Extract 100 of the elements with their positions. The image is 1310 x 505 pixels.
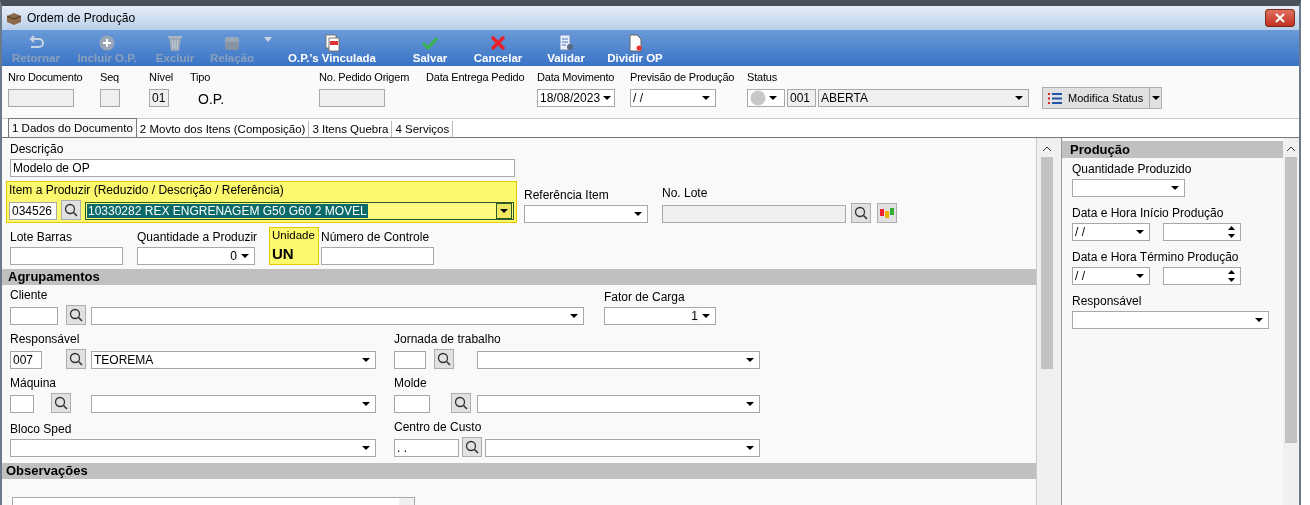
input-field[interactable]: [321, 247, 434, 265]
modify-status-button[interactable]: Modifica Status: [1042, 87, 1150, 109]
circle-icon: [750, 90, 766, 106]
tab[interactable]: 4 Serviços: [392, 121, 454, 137]
search-button[interactable]: [451, 393, 471, 413]
caret-icon: [1015, 96, 1023, 100]
caret-icon: [702, 314, 710, 318]
color-dropdown[interactable]: [747, 89, 785, 107]
search-button[interactable]: [851, 203, 871, 223]
toolbar-button[interactable]: Dividir OP: [598, 34, 672, 64]
field-label: Nível: [149, 70, 175, 84]
trash-icon: [165, 34, 185, 52]
toolbar-button[interactable]: Cancelar: [462, 34, 534, 64]
search-icon: [454, 396, 468, 410]
time-spinner[interactable]: [1163, 223, 1241, 241]
type-value: O.P.: [198, 91, 226, 107]
numbers-icon: [879, 207, 895, 219]
window-title: Ordem de Produção: [27, 11, 136, 25]
field-label: Tipo: [190, 70, 212, 84]
machine-dropdown[interactable]: [91, 395, 376, 413]
dropdown-arrow-button[interactable]: [496, 203, 512, 219]
unit-value: UN: [272, 245, 295, 262]
caret-icon: [362, 446, 370, 450]
tab[interactable]: 3 Itens Quebra: [309, 121, 393, 137]
caret-icon: [1151, 96, 1160, 100]
caret-icon: [1136, 274, 1144, 278]
search-button[interactable]: [51, 393, 71, 413]
input-field[interactable]: [10, 247, 123, 265]
field-label: Previsão de Produção: [630, 70, 736, 84]
time-spinner[interactable]: [1163, 267, 1241, 285]
scrollbar[interactable]: [1037, 138, 1057, 505]
item-dropdown[interactable]: 10330282 REX ENGRENAGEM G50 G60 2 MOVEL: [85, 202, 514, 220]
lot-field[interactable]: [662, 205, 846, 223]
field-label: Quantidade Produzido: [1072, 162, 1193, 176]
date-dropdown[interactable]: / /: [630, 89, 716, 107]
responsible-dropdown[interactable]: TEOREMA: [91, 351, 376, 369]
tab[interactable]: 2 Movto dos Itens (Composição): [136, 121, 310, 137]
input-field[interactable]: [10, 395, 34, 413]
toolbar-button[interactable]: Validar: [534, 34, 598, 64]
date-dropdown[interactable]: / /: [1072, 267, 1150, 285]
search-icon: [437, 352, 451, 366]
reference-dropdown[interactable]: [524, 205, 648, 223]
search-button[interactable]: [462, 437, 482, 457]
responsible-code-field[interactable]: 007: [10, 351, 42, 369]
document-gear-icon: [556, 34, 576, 52]
load-factor-dropdown[interactable]: 1: [604, 307, 716, 325]
field-label: Item a Produzir (Reduzido / Descrição / Referência): [9, 183, 285, 197]
caret-icon: [500, 209, 508, 213]
input-field[interactable]: [394, 351, 426, 369]
produced-quantity-dropdown[interactable]: [1072, 179, 1185, 197]
input-field[interactable]: [394, 395, 430, 413]
field-label: Data Entrega Pedido: [426, 70, 526, 84]
field-label: Data e Hora Término Produção: [1072, 250, 1240, 264]
description-field[interactable]: Modelo de OP: [10, 159, 515, 177]
search-icon: [64, 203, 78, 217]
quantity-dropdown[interactable]: 0: [137, 247, 255, 265]
status-code-field[interactable]: 001: [787, 89, 816, 107]
search-button[interactable]: [66, 305, 86, 325]
section-header: Observações: [2, 463, 1036, 479]
caret-icon: [702, 96, 710, 100]
caret-icon: [746, 446, 754, 450]
field-label: Nro Documento: [8, 70, 84, 84]
field-label: Unidade: [272, 229, 316, 241]
caret-icon: [241, 254, 249, 258]
item-code-field[interactable]: 034526: [9, 202, 57, 220]
sped-block-dropdown[interactable]: [10, 439, 376, 457]
field-label: Fator de Carga: [604, 290, 686, 304]
search-button[interactable]: [61, 200, 81, 220]
field-label: Responsável: [10, 332, 81, 346]
numbering-button[interactable]: [877, 203, 897, 223]
workday-dropdown[interactable]: [477, 351, 760, 369]
responsible-dropdown[interactable]: [1072, 311, 1269, 329]
field-label: Seq: [100, 70, 120, 84]
toolbar-button[interactable]: Salvar: [398, 34, 462, 64]
tab[interactable]: 1 Dados do Documento: [8, 118, 137, 137]
field-label: Data Movimento: [537, 70, 616, 84]
cost-center-code-field[interactable]: . .: [394, 439, 459, 457]
client-dropdown[interactable]: [91, 307, 584, 325]
close-button[interactable]: [1265, 9, 1295, 27]
search-button[interactable]: [66, 349, 86, 369]
date-dropdown[interactable]: / /: [1072, 223, 1150, 241]
input-field[interactable]: [10, 307, 58, 325]
mold-dropdown[interactable]: [477, 395, 760, 413]
scrollbar[interactable]: [1283, 138, 1299, 505]
stack-icon: [222, 34, 242, 52]
caret-icon: [746, 402, 754, 406]
close-icon: [1275, 13, 1285, 23]
caret-icon: [570, 314, 578, 318]
dropdown-arrow-button[interactable]: [1150, 87, 1162, 109]
plus-circle-icon: [97, 34, 117, 52]
caret-icon: [769, 96, 777, 100]
status-dropdown[interactable]: ABERTA: [818, 89, 1029, 107]
spin-arrows-icon: [1228, 226, 1235, 238]
field-label: Responsável: [1072, 294, 1143, 308]
scroll-thumb[interactable]: [1041, 157, 1053, 369]
toolbar-button[interactable]: O.P.'s Vinculada: [276, 34, 388, 64]
search-button[interactable]: [434, 349, 454, 369]
scroll-thumb[interactable]: [1285, 157, 1297, 443]
field-label: Número de Controle: [321, 230, 431, 244]
date-dropdown[interactable]: 18/08/2023: [537, 89, 615, 107]
